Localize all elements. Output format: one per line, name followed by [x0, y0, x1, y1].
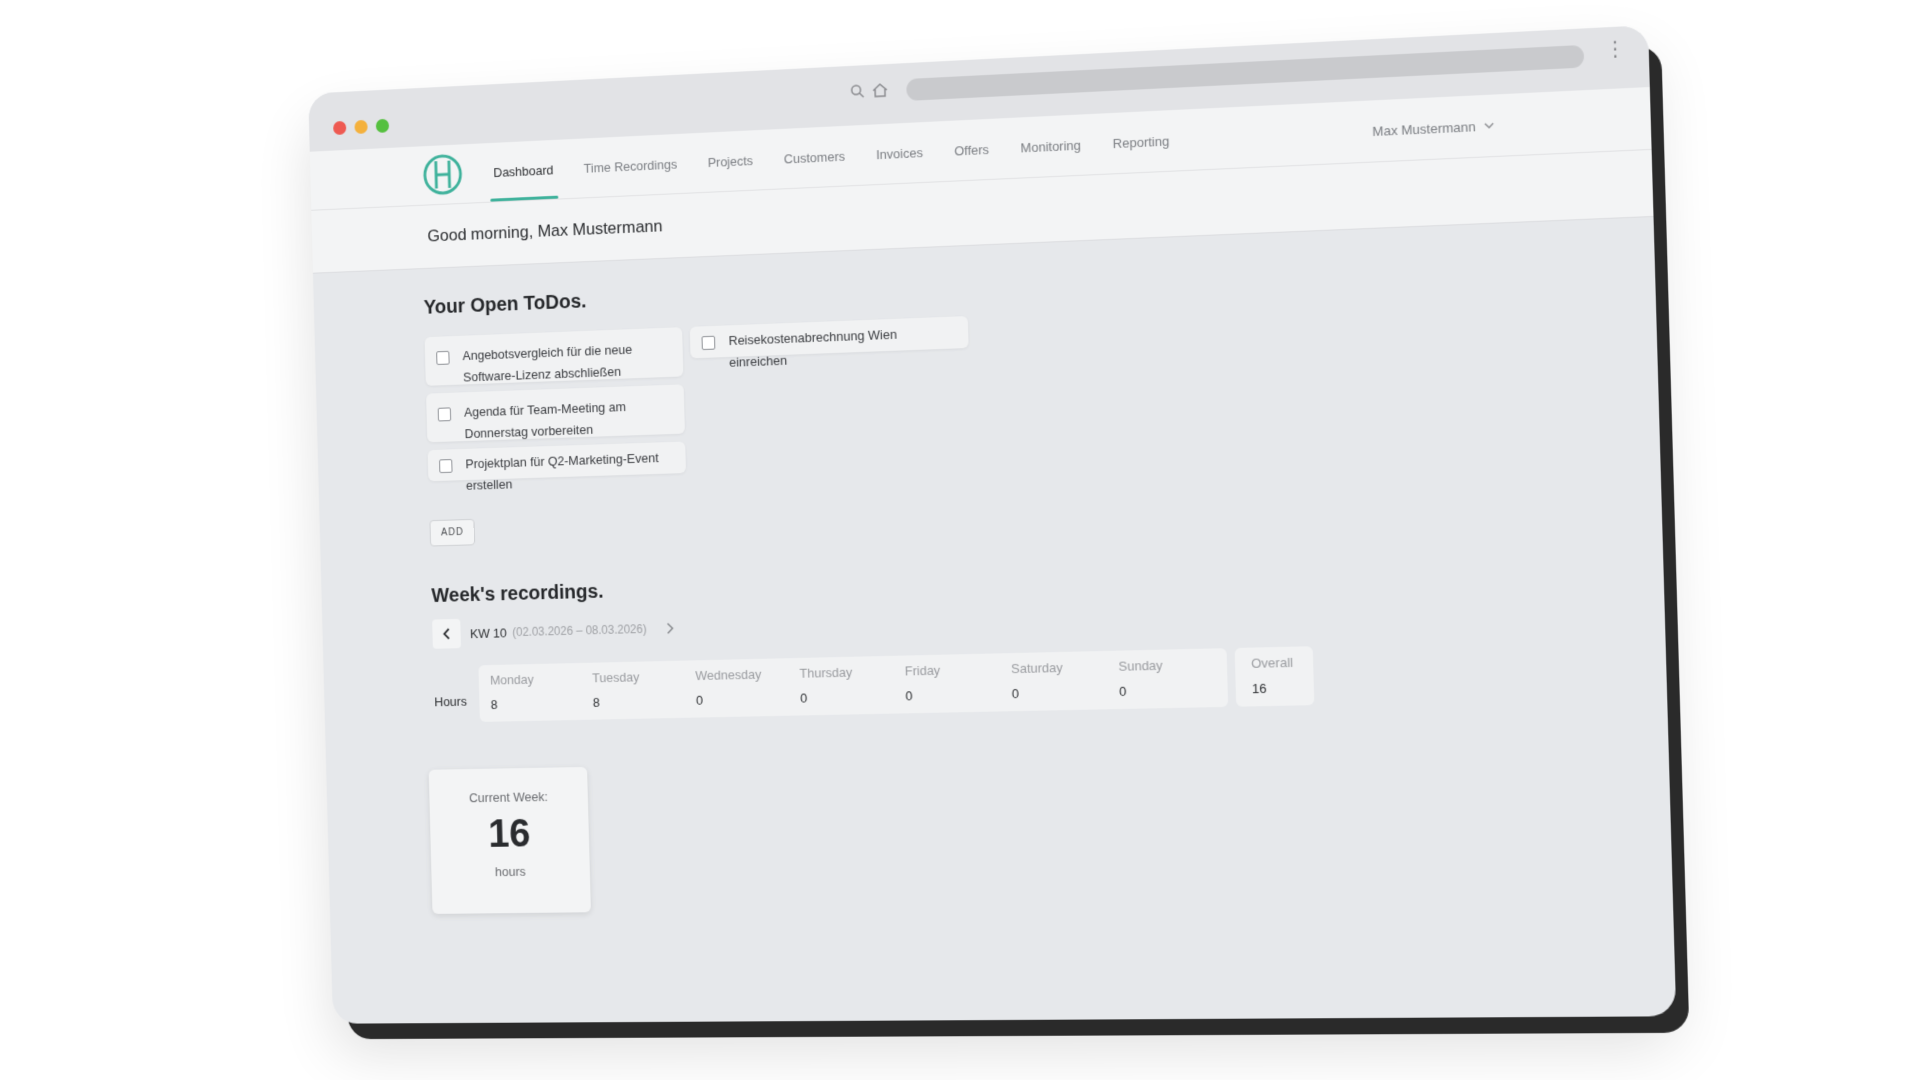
day-column: Thursday 0 — [799, 664, 905, 706]
day-hours: 8 — [490, 697, 498, 712]
hours-row: Hours Monday 8 Tuesday 8 Wednesday 0 Thu… — [433, 644, 1415, 723]
todo-item: Projektplan für Q2-Marketing-Event erste… — [427, 441, 687, 493]
browser-icons — [850, 82, 890, 105]
search-icon[interactable] — [850, 83, 866, 105]
current-week-label: Current Week: — [468, 789, 548, 806]
day-hours: 0 — [1118, 683, 1127, 699]
day-column: Wednesday 0 — [695, 666, 800, 708]
day-name: Sunday — [1118, 657, 1163, 674]
nav-offers[interactable]: Offers — [938, 118, 1006, 181]
logo-icon[interactable] — [422, 152, 464, 197]
main-content: Your Open ToDos. Angebotsvergleich für d… — [423, 257, 1421, 914]
day-column: Friday 0 — [904, 661, 1012, 704]
todo-text: Reisekostenabrechnung Wien einreichen — [728, 326, 898, 370]
current-week-card: Current Week: 16 hours — [428, 766, 591, 914]
todo-item: Angebotsvergleich für die neue Software-… — [424, 327, 684, 386]
stage: ⋮ Dashboard Time Recordings Projects Cus… — [0, 0, 1920, 1080]
todo-text: Angebotsvergleich für die neue Software-… — [462, 341, 633, 385]
overall-label: Overall — [1251, 654, 1294, 671]
minimize-window-button[interactable] — [354, 119, 368, 135]
nav-projects[interactable]: Projects — [692, 130, 770, 193]
add-todo-button[interactable]: ADD — [429, 518, 476, 547]
day-column: Sunday 0 — [1118, 656, 1228, 699]
day-hours: 0 — [695, 692, 704, 708]
browser-window: ⋮ Dashboard Time Recordings Projects Cus… — [308, 25, 1677, 1024]
day-name: Tuesday — [592, 669, 640, 686]
nav-invoices[interactable]: Invoices — [860, 121, 940, 184]
chevron-down-icon — [1484, 119, 1495, 132]
home-icon[interactable] — [871, 82, 889, 104]
day-hours: 0 — [905, 688, 913, 704]
maximize-window-button[interactable] — [375, 118, 390, 133]
nav-time-recordings[interactable]: Time Recordings — [568, 133, 693, 198]
todo-checkbox[interactable] — [436, 350, 450, 365]
day-hours: 8 — [592, 694, 600, 710]
day-name: Monday — [489, 671, 534, 688]
day-name: Friday — [904, 662, 941, 679]
todo-item: Reisekostenabrechnung Wien einreichen — [689, 315, 969, 370]
week-range: (02.03.2026 – 08.03.2026) — [512, 622, 647, 640]
todo-text: Agenda für Team-Meeting am Donnerstag vo… — [463, 399, 627, 442]
week-label: KW 10 — [469, 625, 507, 641]
day-name: Wednesday — [695, 666, 762, 684]
previous-week-button[interactable] — [432, 618, 462, 649]
day-column: Tuesday 8 — [592, 668, 696, 710]
address-bar[interactable] — [906, 44, 1585, 101]
kebab-menu-icon[interactable]: ⋮ — [1604, 38, 1626, 62]
overall-hours: 16 — [1251, 680, 1267, 697]
current-week-hours: 16 — [487, 812, 531, 856]
user-menu[interactable]: Max Mustermann — [1372, 95, 1496, 162]
todo-checkbox[interactable] — [437, 407, 452, 422]
todo-checkbox[interactable] — [439, 459, 453, 474]
todo-item: Agenda für Team-Meeting am Donnerstag vo… — [426, 384, 685, 443]
user-name: Max Mustermann — [1372, 118, 1476, 139]
day-hours: 0 — [1011, 686, 1020, 702]
days-table: Monday 8 Tuesday 8 Wednesday 0 Thursday … — [478, 648, 1229, 722]
todo-list: Angebotsvergleich für die neue Software-… — [424, 299, 1410, 511]
greeting-text: Good morning, Max Mustermann — [427, 216, 663, 246]
hours-row-label: Hours — [434, 693, 468, 710]
todo-text: Projektplan für Q2-Marketing-Event erste… — [465, 450, 659, 493]
close-window-button[interactable] — [333, 120, 347, 136]
nav-reporting[interactable]: Reporting — [1096, 109, 1186, 174]
day-name: Thursday — [799, 664, 853, 681]
day-name: Saturday — [1010, 659, 1063, 677]
nav-customers[interactable]: Customers — [768, 125, 862, 189]
nav-monitoring[interactable]: Monitoring — [1004, 114, 1098, 178]
current-week-unit: hours — [494, 863, 526, 880]
nav-dashboard[interactable]: Dashboard — [478, 139, 570, 202]
next-week-button[interactable] — [656, 613, 686, 643]
day-column: Monday 8 — [490, 671, 593, 712]
day-column: Saturday 0 — [1011, 659, 1120, 701]
window-controls — [333, 118, 390, 136]
todo-checkbox[interactable] — [701, 335, 716, 351]
overall-total: Overall 16 — [1234, 646, 1315, 707]
day-hours: 0 — [800, 690, 808, 706]
